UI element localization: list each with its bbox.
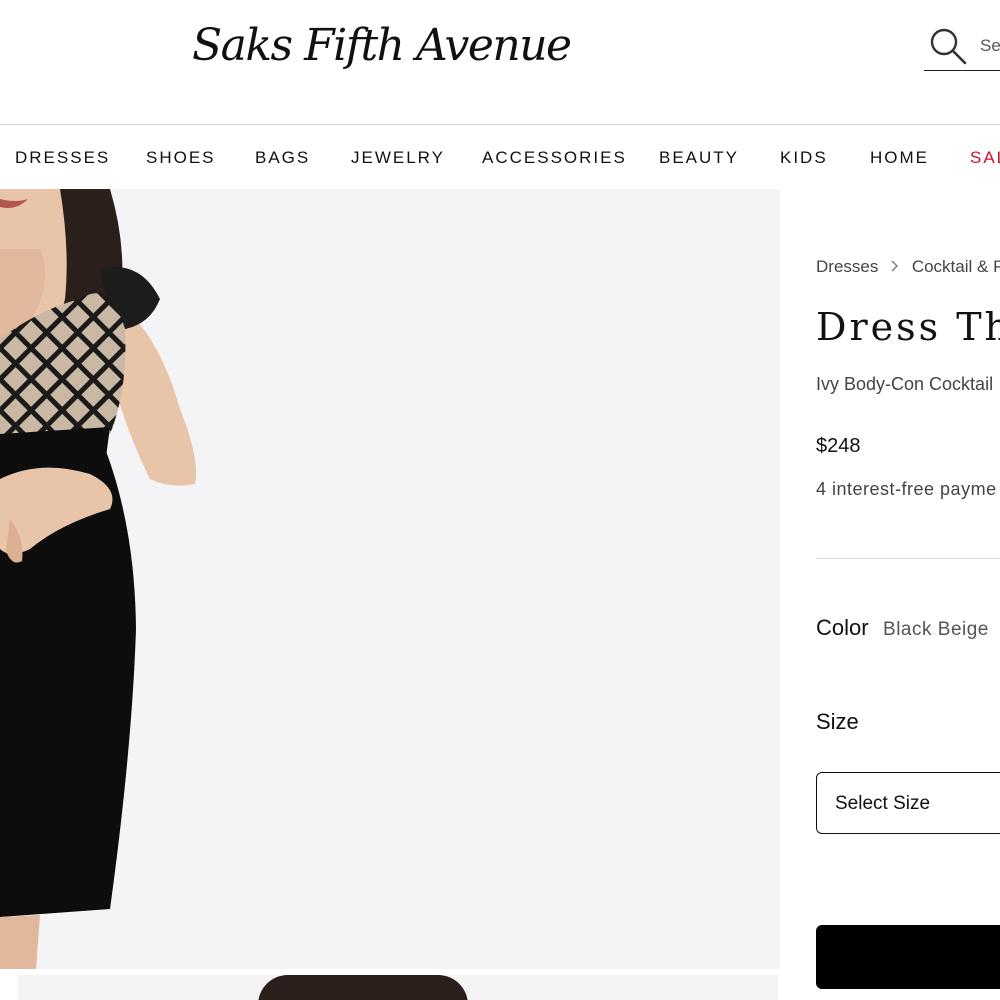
breadcrumb-cocktail[interactable]: Cocktail & Pa (912, 257, 1000, 276)
size-label: Size (816, 709, 859, 734)
breadcrumb: Dresses Cocktail & Pa (816, 257, 1000, 277)
product-details: Dresses Cocktail & Pa Dress The Ivy Body… (780, 189, 1000, 1000)
nav-item-beauty[interactable]: BEAUTY (659, 148, 739, 168)
category-nav: DRESSES SHOES BAGS JEWELRY ACCESSORIES B… (0, 124, 1000, 190)
color-row: Color Black Beige (816, 615, 989, 641)
search-placeholder[interactable]: Se (980, 36, 1000, 56)
installments-text[interactable]: 4 interest-free payme (816, 479, 997, 500)
product-page: Saks Fifth Avenue Se DRESSES SHOES BAGS … (0, 0, 1000, 1000)
saks-logo[interactable]: Saks Fifth Avenue (192, 20, 572, 71)
size-select-text[interactable]: Select Size (835, 793, 930, 815)
product-name: Ivy Body-Con Cocktail (816, 374, 994, 394)
nav-item-home[interactable]: HOME (870, 148, 929, 168)
price: $248 (816, 435, 861, 457)
color-label: Color (816, 615, 869, 640)
thumbnail-model-hair (258, 975, 468, 1000)
nav-item-kids[interactable]: KIDS (780, 148, 828, 168)
nav-item-dresses[interactable]: DRESSES (15, 148, 110, 168)
nav-item-accessories[interactable]: ACCESSORIES (482, 148, 627, 168)
size-select[interactable]: Select Size (816, 772, 1000, 834)
nav-item-bags[interactable]: BAGS (255, 148, 310, 168)
product-image-thumbnail[interactable] (0, 969, 780, 1000)
search-box[interactable]: Se (924, 26, 1000, 71)
chevron-right-icon (891, 257, 899, 277)
color-value: Black Beige (883, 619, 989, 640)
nav-item-shoes[interactable]: SHOES (146, 148, 216, 168)
breadcrumb-dresses[interactable]: Dresses (816, 257, 878, 276)
product-image[interactable] (0, 189, 780, 969)
nav-item-jewelry[interactable]: JEWELRY (351, 148, 445, 168)
add-to-bag-button[interactable] (816, 925, 1000, 989)
divider (816, 558, 1000, 559)
brand-name[interactable]: Dress The (816, 305, 1000, 349)
site-header: Saks Fifth Avenue Se (0, 0, 1000, 124)
search-icon[interactable] (928, 26, 968, 66)
product-photo (0, 189, 196, 969)
nav-item-sale[interactable]: SAL (970, 148, 1000, 168)
